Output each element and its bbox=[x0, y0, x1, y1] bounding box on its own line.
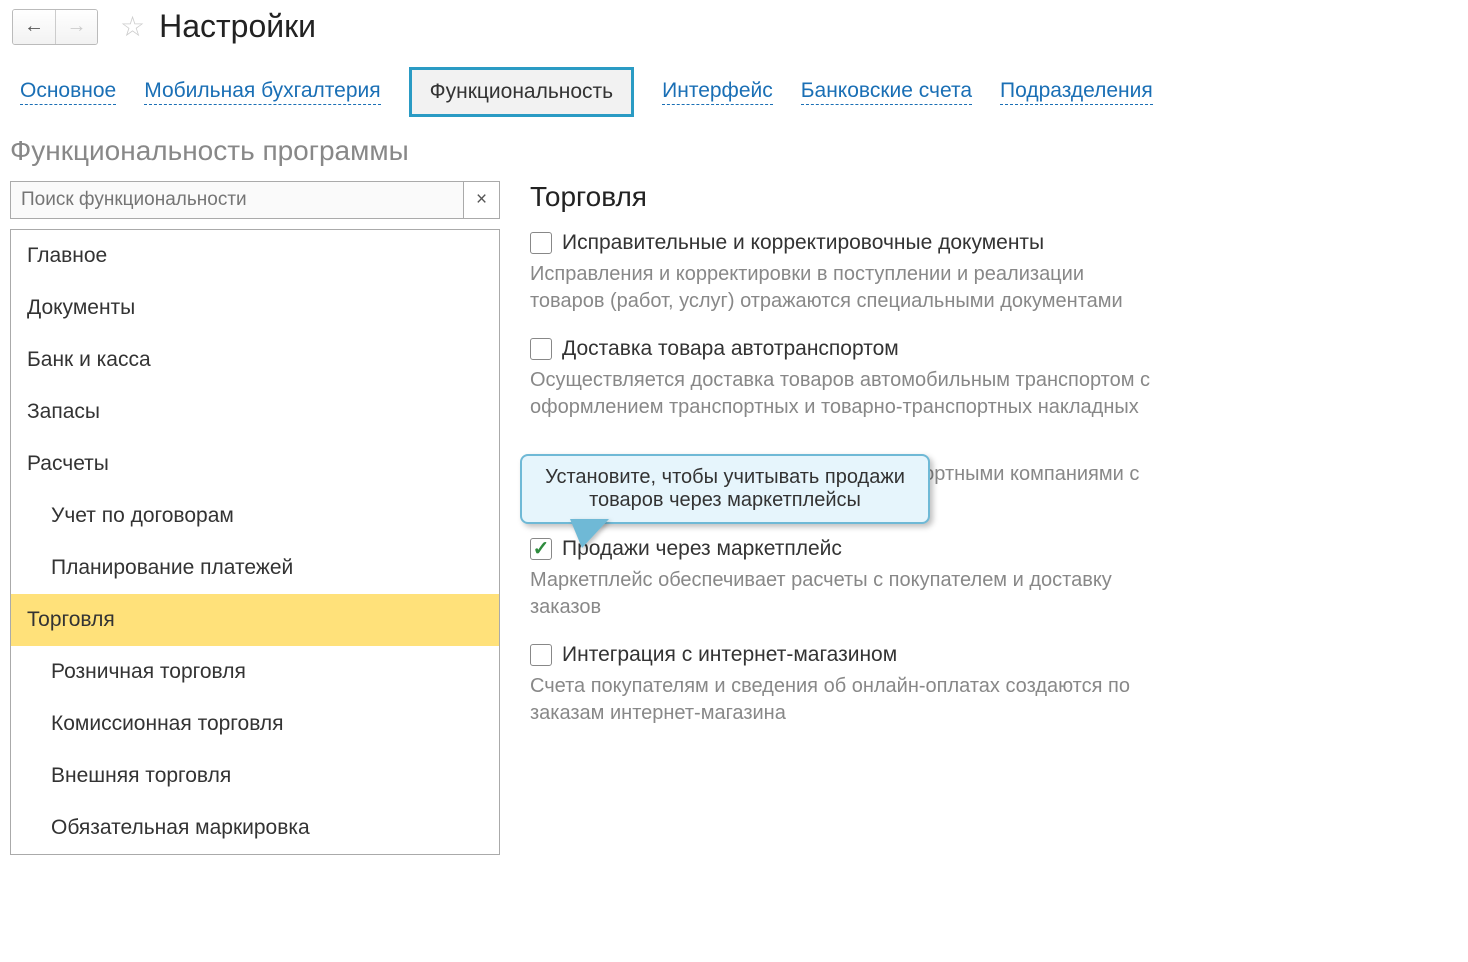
nav-buttons: ← → bbox=[12, 9, 98, 45]
search-input[interactable] bbox=[10, 181, 464, 219]
option-label: Исправительные и корректировочные докуме… bbox=[562, 231, 1044, 255]
tree-item-documents[interactable]: Документы bbox=[11, 282, 499, 334]
functionality-tree: Главное Документы Банк и касса Запасы Ра… bbox=[10, 229, 500, 855]
tree-item-main[interactable]: Главное bbox=[11, 230, 499, 282]
tree-item-marking[interactable]: Обязательная маркировка bbox=[11, 802, 499, 854]
section-title: Торговля bbox=[530, 181, 1458, 213]
tree-item-foreign[interactable]: Внешняя торговля bbox=[11, 750, 499, 802]
tab-bank-accounts[interactable]: Банковские счета bbox=[801, 79, 972, 105]
option-desc: Маркетплейс обеспечивает расчеты с покуп… bbox=[530, 567, 1150, 621]
checkbox-marketplace[interactable] bbox=[530, 538, 552, 560]
tree-item-commission[interactable]: Комиссионная торговля bbox=[11, 698, 499, 750]
option-label: Интеграция с интернет-магазином bbox=[562, 643, 897, 667]
tree-item-calculations[interactable]: Расчеты bbox=[11, 438, 499, 490]
option-delivery-auto: Доставка товара автотранспортом Осуществ… bbox=[530, 337, 1458, 421]
tree-item-contracts[interactable]: Учет по договорам bbox=[11, 490, 499, 542]
tab-departments[interactable]: Подразделения bbox=[1000, 79, 1153, 105]
page-title: Настройки bbox=[159, 8, 316, 45]
tree-item-retail[interactable]: Розничная торговля bbox=[11, 646, 499, 698]
favorite-star-icon[interactable]: ☆ bbox=[120, 10, 145, 43]
option-desc: Исправления и корректировки в поступлени… bbox=[530, 261, 1150, 315]
option-desc: Осуществляется доставка товаров автомоби… bbox=[530, 367, 1150, 421]
option-label: Доставка товара автотранспортом bbox=[562, 337, 899, 361]
section-subtitle: Функциональность программы bbox=[0, 129, 1468, 181]
checkbox-eshop[interactable] bbox=[530, 644, 552, 666]
option-marketplace: Продажи через маркетплейс Маркетплейс об… bbox=[530, 537, 1458, 621]
callout-tail-icon bbox=[572, 522, 606, 548]
tree-item-trade[interactable]: Торговля bbox=[11, 594, 499, 646]
tree-item-stocks[interactable]: Запасы bbox=[11, 386, 499, 438]
hint-callout: Установите, чтобы учитывать продажи това… bbox=[520, 454, 930, 524]
tab-mobile[interactable]: Мобильная бухгалтерия bbox=[144, 79, 380, 105]
option-corrective-docs: Исправительные и корректировочные докуме… bbox=[530, 231, 1458, 315]
forward-button[interactable]: → bbox=[55, 10, 97, 44]
callout-text: Установите, чтобы учитывать продажи това… bbox=[545, 466, 905, 511]
tree-item-payment-planning[interactable]: Планирование платежей bbox=[11, 542, 499, 594]
tab-interface[interactable]: Интерфейс bbox=[662, 79, 773, 105]
tab-functionality[interactable]: Функциональность bbox=[409, 67, 635, 117]
clear-search-button[interactable]: × bbox=[464, 181, 500, 219]
tabs-row: Основное Мобильная бухгалтерия Функциона… bbox=[0, 53, 1468, 129]
tab-main[interactable]: Основное bbox=[20, 79, 116, 105]
option-eshop: Интеграция с интернет-магазином Счета по… bbox=[530, 643, 1458, 727]
checkbox-delivery-auto[interactable] bbox=[530, 338, 552, 360]
tree-item-bank[interactable]: Банк и касса bbox=[11, 334, 499, 386]
back-button[interactable]: ← bbox=[13, 10, 55, 44]
checkbox-corrective-docs[interactable] bbox=[530, 232, 552, 254]
option-desc: Счета покупателям и сведения об онлайн-о… bbox=[530, 673, 1150, 727]
